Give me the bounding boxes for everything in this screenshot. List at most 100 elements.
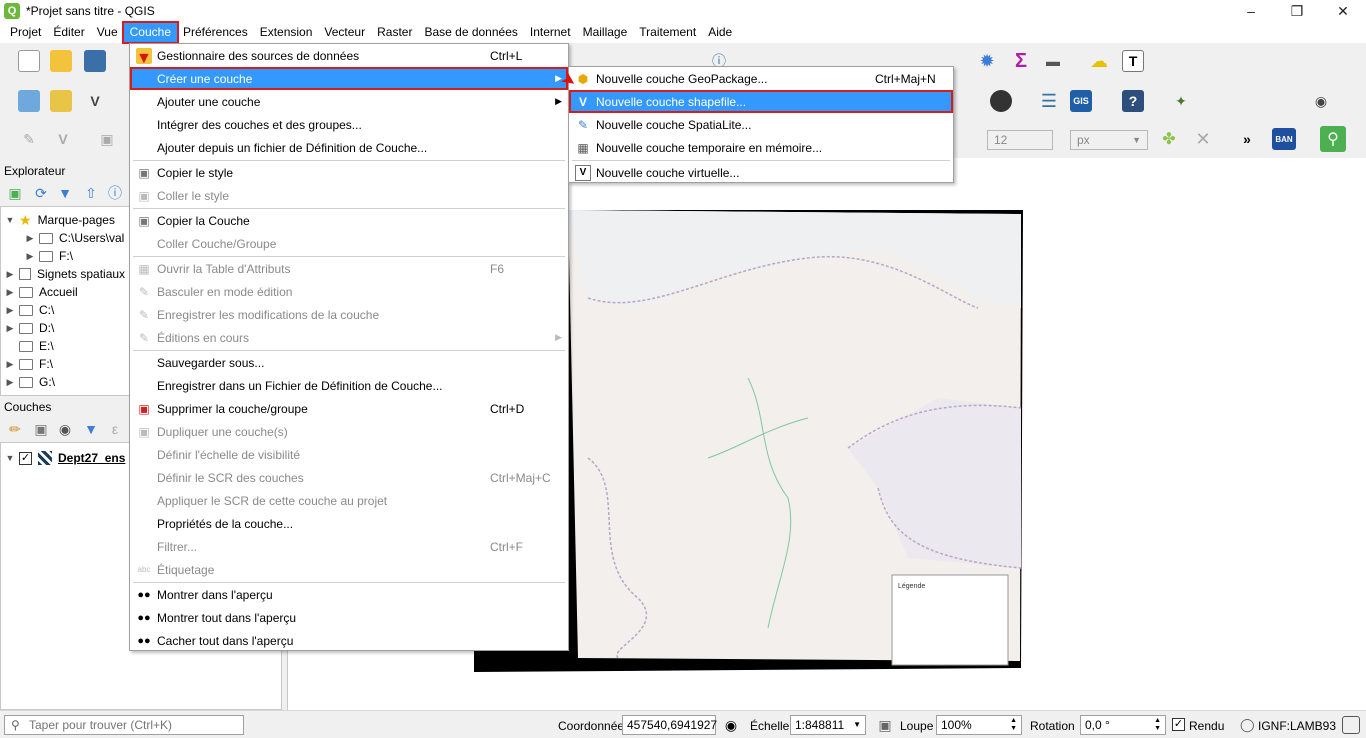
browser-item-g[interactable]: ▶ G:\ [5,373,55,391]
menu-item-definir-scr[interactable]: Définir le SCR des couches Ctrl+Maj+C [130,466,568,489]
expand-arrow-icon[interactable]: ▶ [5,305,15,316]
menu-item-dupliquer[interactable]: ▣ Dupliquer une couche(s) [130,420,568,443]
digitize-icon[interactable]: ✦ [1170,90,1192,112]
render-checkbox[interactable]: ✓ [1172,718,1185,731]
menu-raster[interactable]: Raster [371,23,418,42]
browser-item-f[interactable]: ▶ F:\ [5,355,53,373]
menu-item-appliquer-scr[interactable]: Appliquer le SCR de cette couche au proj… [130,489,568,512]
menu-item-enregistrer-modifs[interactable]: ✎ Enregistrer les modifications de la cou… [130,303,568,326]
measure-icon[interactable]: ▬ [1042,50,1064,72]
expand-arrow-icon[interactable]: ▶ [5,323,15,334]
browser-item-signets[interactable]: ▶ Signets spatiaux [5,265,126,283]
expand-arrow-icon[interactable]: ▶ [5,269,15,280]
menu-item-coller-style[interactable]: ▣ Coller le style [130,184,568,207]
browser-item-marque-pages[interactable]: ▼ ★ Marque-pages [5,211,115,229]
text-annotation-icon[interactable]: T [1122,50,1144,72]
help-icon[interactable]: ? [1122,90,1144,112]
menu-item-nouvelle-virtuelle[interactable]: V Nouvelle couche virtuelle... [569,161,953,184]
browser-item-f-bookmark[interactable]: ▶ F:\ [25,247,73,265]
gear-icon[interactable]: ✹ [976,50,998,72]
zoom-field[interactable]: 100% ▲ ▼ [936,715,1022,735]
menu-item-nouvelle-memoire[interactable]: ▦ Nouvelle couche temporaire en mémoire..… [569,136,953,159]
vertex-tool-icon[interactable]: V [52,128,74,150]
locator-search[interactable]: ⚲ [4,715,244,735]
save-project-icon[interactable] [84,50,106,72]
search-input[interactable] [29,717,239,733]
add-vector-layer-icon[interactable] [18,90,40,112]
magnifier-icon[interactable]: ⚲ [1320,126,1346,152]
coord-field[interactable]: 457540,6941927 [622,715,717,735]
menu-item-sauvegarder-sous[interactable]: Sauvegarder sous... [130,351,568,374]
menu-item-editions-en-cours[interactable]: ✎ Éditions en cours ▶ [130,326,568,349]
lock-icon[interactable]: ▣ [876,715,894,735]
filter-legend-icon[interactable]: ▼ [82,420,100,438]
scale-field[interactable]: 1:848811 ▼ [790,715,866,735]
crs-button[interactable]: IGNF:LAMB93 [1258,719,1336,733]
menu-item-copier-couche[interactable]: ▣ Copier la Couche [130,209,568,232]
menu-vue[interactable]: Vue [91,23,124,42]
menu-item-filtrer[interactable]: Filtrer... Ctrl+F [130,535,568,558]
menu-aide[interactable]: Aide [702,23,738,42]
expand-arrow-icon[interactable]: ▶ [25,233,35,244]
menu-item-montrer-tout-apercu[interactable]: ●● Montrer tout dans l'aperçu [130,606,568,629]
annotation-icon[interactable]: ☁ [1088,50,1110,72]
menu-item-data-source-manager[interactable]: Gestionnaire des sources de données Ctrl+… [130,44,568,67]
maximize-button[interactable]: ❐ [1274,0,1320,22]
gamepad-icon[interactable]: ◉ [1310,90,1332,112]
statistics-icon[interactable]: Σ [1010,50,1032,72]
browser-item-users[interactable]: ▶ C:\Users\val [25,229,125,247]
expand-arrow-icon[interactable]: ▶ [25,251,35,262]
menu-item-nouvelle-shapefile[interactable]: V Nouvelle couche shapefile... [569,90,953,113]
add-selected-icon[interactable]: ▣ [6,184,24,202]
menu-item-enregistrer-definition[interactable]: Enregistrer dans un Fichier de Définitio… [130,374,568,397]
menu-projet[interactable]: Projet [4,23,47,42]
new-project-icon[interactable] [18,50,40,72]
menu-base-de-donnees[interactable]: Base de données [418,23,523,42]
layer-item-dept27[interactable]: ▼ ✓ Dept27_ens [5,449,125,467]
close-button[interactable]: ✕ [1320,0,1366,22]
menu-traitement[interactable]: Traitement [633,23,702,42]
menu-extension[interactable]: Extension [254,23,319,42]
save-edits-icon[interactable]: ▣ [96,128,118,150]
menu-couche[interactable]: Couche [121,21,180,44]
grass-icon[interactable]: GIS [1070,90,1092,112]
snap-icon[interactable]: ✤ [1158,128,1180,150]
eye-icon[interactable]: ◉ [56,420,74,438]
menu-item-montrer-apercu[interactable]: ●● Montrer dans l'aperçu [130,583,568,606]
chevron-down-icon[interactable]: ▼ [5,453,15,463]
expand-arrow-icon[interactable]: ▶ [5,359,15,370]
refresh-icon[interactable]: ⟳ [32,184,50,202]
menu-item-proprietes[interactable]: Propriétés de la couche... [130,512,568,535]
python-icon[interactable]: ☰ [1038,90,1060,112]
collapse-icon[interactable]: ⇧ [82,184,100,202]
add-raster-layer-icon[interactable] [50,90,72,112]
menu-item-ajouter-definition[interactable]: Ajouter depuis un fichier de Définition … [130,136,568,159]
messages-icon[interactable] [1342,716,1360,734]
menu-item-mode-edition[interactable]: ✎ Basculer en mode édition [130,280,568,303]
style-brush-icon[interactable]: ✏ [6,420,24,438]
menu-item-creer-couche[interactable]: Créer une couche ▶ [130,67,568,90]
expand-arrow-icon[interactable]: ▼ [5,215,15,225]
menu-item-ajouter-couche[interactable]: Ajouter une couche ▶ [130,90,568,113]
add-delimited-layer-icon[interactable]: V [84,90,106,112]
browser-item-c[interactable]: ▶ C:\ [5,301,55,319]
mouse-icon[interactable]: ◉ [722,715,740,735]
menu-item-copier-style[interactable]: ▣ Copier le style [130,161,568,184]
ban-icon[interactable]: BAN [1272,128,1296,150]
minimize-button[interactable]: – [1228,0,1274,22]
menu-item-coller-couche[interactable]: Coller Couche/Groupe [130,232,568,255]
info-icon[interactable]: ⓘ [106,184,124,202]
browser-item-accueil[interactable]: ▶ Accueil [5,283,78,301]
menu-item-nouvelle-spatialite[interactable]: ✎ Nouvelle couche SpatiaLite... [569,113,953,136]
menu-item-supprimer-couche[interactable]: ▣ Supprimer la couche/groupe Ctrl+D [130,397,568,420]
browser-item-e[interactable]: E:\ [5,337,54,355]
layer-checkbox[interactable]: ✓ [19,451,32,465]
expand-arrow-icon[interactable]: ▶ [5,377,15,388]
georeferencer-icon[interactable] [990,90,1012,112]
menu-editer[interactable]: Éditer [47,23,90,42]
menu-internet[interactable]: Internet [524,23,577,42]
menu-item-table-attributs[interactable]: ▦ Ouvrir la Table d'Attributs F6 [130,257,568,280]
menu-item-cacher-tout-apercu[interactable]: ●● Cacher tout dans l'aperçu [130,629,568,652]
menu-maillage[interactable]: Maillage [577,23,634,42]
menu-item-integrer[interactable]: Intégrer des couches et des groupes... [130,113,568,136]
